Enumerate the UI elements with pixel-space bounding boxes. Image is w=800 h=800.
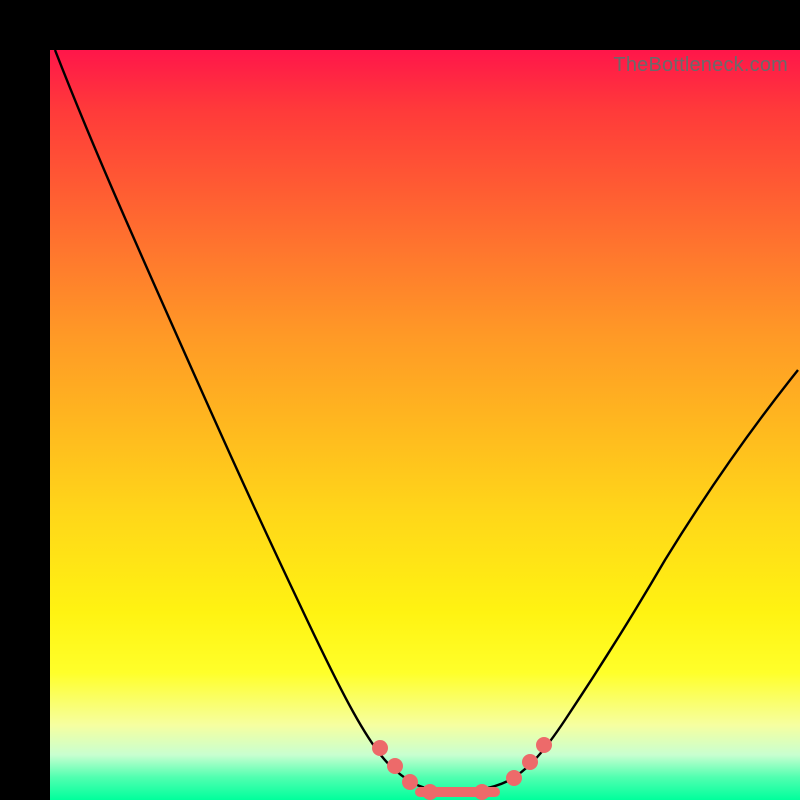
bottleneck-curve [50, 50, 800, 800]
marker-dot [387, 758, 403, 774]
marker-dot [522, 754, 538, 770]
marker-dot [474, 784, 490, 800]
watermark-text: TheBottleneck.com [613, 54, 788, 77]
marker-dot [506, 770, 522, 786]
plot-area: TheBottleneck.com [50, 50, 800, 800]
curve-path [55, 50, 798, 791]
marker-dot [536, 737, 552, 753]
marker-dot [422, 784, 438, 800]
marker-dot [402, 774, 418, 790]
chart-frame: TheBottleneck.com [0, 0, 800, 800]
marker-dot [372, 740, 388, 756]
